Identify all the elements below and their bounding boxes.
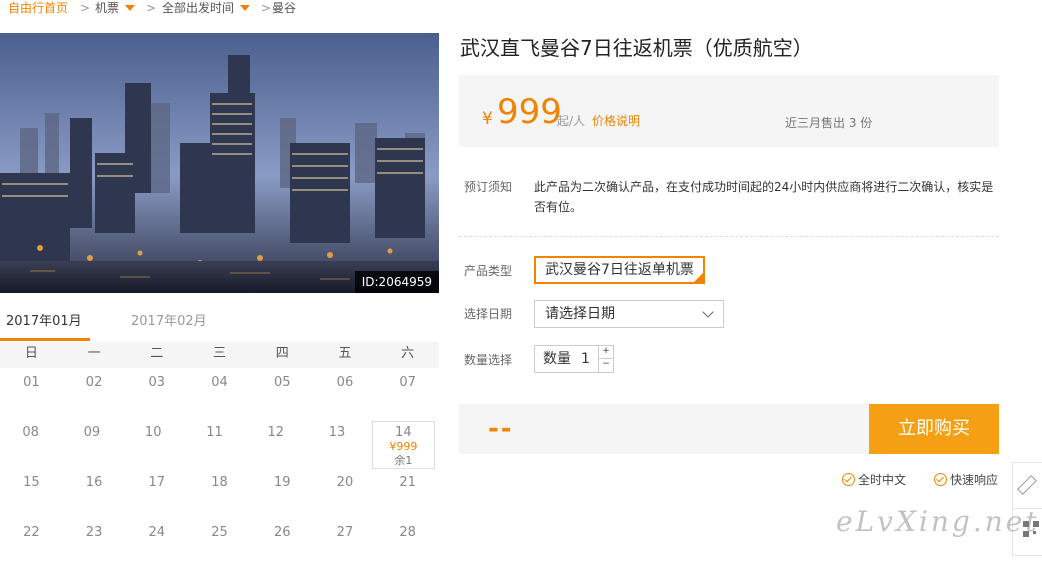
calendar-day: 19 bbox=[273, 475, 291, 490]
weekday-label: 二 bbox=[150, 346, 164, 361]
site-watermark: eLvXing.net bbox=[836, 505, 1040, 538]
weekday-label: 六 bbox=[401, 346, 415, 361]
calendar-day: 13 bbox=[328, 425, 346, 440]
booking-notice-label: 预订须知 bbox=[464, 180, 513, 194]
quantity-label: 数量选择 bbox=[464, 353, 513, 367]
total-price: -- bbox=[488, 414, 514, 444]
calendar-day: 23 bbox=[85, 525, 103, 540]
check-circle-icon bbox=[842, 473, 855, 486]
tab-month-january[interactable]: 2017年01月 bbox=[0, 312, 90, 341]
product-type-option[interactable]: 武汉曼谷7日往返单机票 bbox=[534, 256, 705, 284]
calendar-day: 20 bbox=[336, 475, 354, 490]
calendar-day: 26 bbox=[273, 525, 291, 540]
calendar-day: 03 bbox=[148, 375, 166, 390]
date-select[interactable]: 请选择日期 bbox=[534, 300, 724, 328]
calendar-day: 16 bbox=[85, 475, 103, 490]
breadcrumb-separator: > bbox=[261, 1, 272, 15]
quantity-input[interactable]: 1 bbox=[581, 346, 590, 372]
calendar-month-tabs: 2017年01月 2017年02月 bbox=[0, 312, 439, 343]
calendar-day-stock: 余1 bbox=[394, 454, 413, 467]
price-amount: 999 bbox=[497, 92, 562, 132]
feedback-button[interactable] bbox=[1013, 463, 1042, 508]
decrement-button[interactable]: − bbox=[599, 358, 613, 371]
calendar-week-row: 15 16 17 18 19 20 21 bbox=[0, 470, 439, 520]
calendar-day: 21 bbox=[399, 475, 416, 490]
service-badge: 全时中文 bbox=[842, 472, 906, 488]
check-circle-icon bbox=[934, 473, 947, 486]
increment-button[interactable]: + bbox=[599, 346, 613, 358]
currency-symbol: ¥ bbox=[482, 109, 493, 129]
calendar-day: 25 bbox=[211, 525, 228, 540]
product-type-label: 产品类型 bbox=[464, 264, 513, 278]
weekday-label: 三 bbox=[213, 346, 227, 361]
calendar-day: 07 bbox=[399, 375, 416, 390]
calendar-day: 09 bbox=[83, 425, 101, 440]
selected-corner-icon bbox=[693, 273, 703, 282]
calendar-day: 01 bbox=[23, 375, 40, 390]
weekday-label: 五 bbox=[338, 346, 352, 361]
stepper-controls: + − bbox=[598, 346, 613, 372]
price-unit: 起/人 bbox=[557, 114, 586, 128]
weekday-label: 日 bbox=[24, 346, 38, 361]
breadcrumb-item-departure-time[interactable]: 全部出发时间 bbox=[162, 0, 234, 16]
calendar-day-available[interactable]: 14 ¥999 余1 bbox=[371, 421, 435, 469]
calendar-day: 12 bbox=[267, 425, 285, 440]
breadcrumb-separator: > bbox=[80, 1, 91, 15]
product-title: 武汉直飞曼谷7日往返机票（优质航空） bbox=[460, 36, 813, 60]
buy-now-button[interactable]: 立即购买 bbox=[869, 404, 999, 454]
calendar-week-row: 01 02 03 04 05 06 07 bbox=[0, 370, 439, 420]
calendar-day: 10 bbox=[144, 425, 162, 440]
booking-notice-text: 此产品为二次确认产品，在支付成功时间起的24小时内供应商将进行二次确认，核实是否… bbox=[534, 180, 994, 214]
weekday-label: 四 bbox=[275, 346, 289, 361]
calendar-day: 11 bbox=[206, 425, 223, 440]
chevron-down-icon[interactable] bbox=[125, 5, 135, 11]
calendar-week-row: 08 09 10 11 12 13 14 ¥999 余1 bbox=[0, 420, 439, 470]
tab-month-february[interactable]: 2017年02月 bbox=[125, 312, 213, 332]
product-type-value: 武汉曼谷7日往返单机票 bbox=[545, 262, 694, 278]
date-select-placeholder: 请选择日期 bbox=[545, 306, 615, 322]
calendar-day: 06 bbox=[336, 375, 354, 390]
weekday-label: 一 bbox=[87, 346, 101, 361]
calendar-day: 17 bbox=[148, 475, 166, 490]
calendar-day: 18 bbox=[211, 475, 228, 490]
chevron-down-icon bbox=[702, 306, 714, 318]
quantity-stepper: 数量 1 + − bbox=[534, 345, 614, 373]
calendar-day: 28 bbox=[399, 525, 416, 540]
calendar-day: 24 bbox=[148, 525, 166, 540]
calendar-day-price: ¥999 bbox=[389, 440, 418, 453]
pencil-icon bbox=[1017, 475, 1037, 495]
service-badge-label: 全时中文 bbox=[858, 473, 907, 487]
calendar-day-number: 14 bbox=[395, 425, 412, 440]
price-explanation-link[interactable]: 价格说明 bbox=[592, 112, 640, 129]
calendar-day: 04 bbox=[211, 375, 228, 390]
service-badge-label: 快速响应 bbox=[950, 473, 999, 487]
breadcrumb-item-flights[interactable]: 机票 bbox=[95, 0, 119, 16]
calendar-day: 02 bbox=[85, 375, 103, 390]
city-skyline-image bbox=[0, 33, 439, 293]
calendar-day: 05 bbox=[273, 375, 291, 390]
breadcrumb-separator: > bbox=[146, 1, 157, 15]
service-badge: 快速响应 bbox=[934, 472, 998, 488]
quantity-text: 数量 bbox=[543, 351, 571, 367]
date-select-label: 选择日期 bbox=[464, 307, 513, 321]
sales-count: 近三月售出 3 份 bbox=[785, 116, 873, 130]
divider bbox=[459, 236, 999, 237]
calendar-weekday-header: 日 一 二 三 四 五 六 bbox=[0, 342, 439, 368]
chevron-down-icon[interactable] bbox=[240, 5, 250, 11]
calendar-day: 08 bbox=[22, 425, 39, 440]
breadcrumb-item-bangkok[interactable]: 曼谷 bbox=[272, 0, 296, 16]
breadcrumb-home-link[interactable]: 自由行首页 bbox=[8, 0, 68, 16]
calendar-day: 22 bbox=[23, 525, 40, 540]
image-id-label: ID:2064959 bbox=[354, 271, 439, 293]
calendar-day: 27 bbox=[336, 525, 354, 540]
destination-photo: ID:2064959 bbox=[0, 33, 439, 293]
price-panel: ¥ 999 起/人 价格说明 近三月售出 3 份 bbox=[459, 75, 999, 147]
calendar-week-row: 22 23 24 25 26 27 28 bbox=[0, 520, 439, 570]
calendar-day: 15 bbox=[23, 475, 40, 490]
